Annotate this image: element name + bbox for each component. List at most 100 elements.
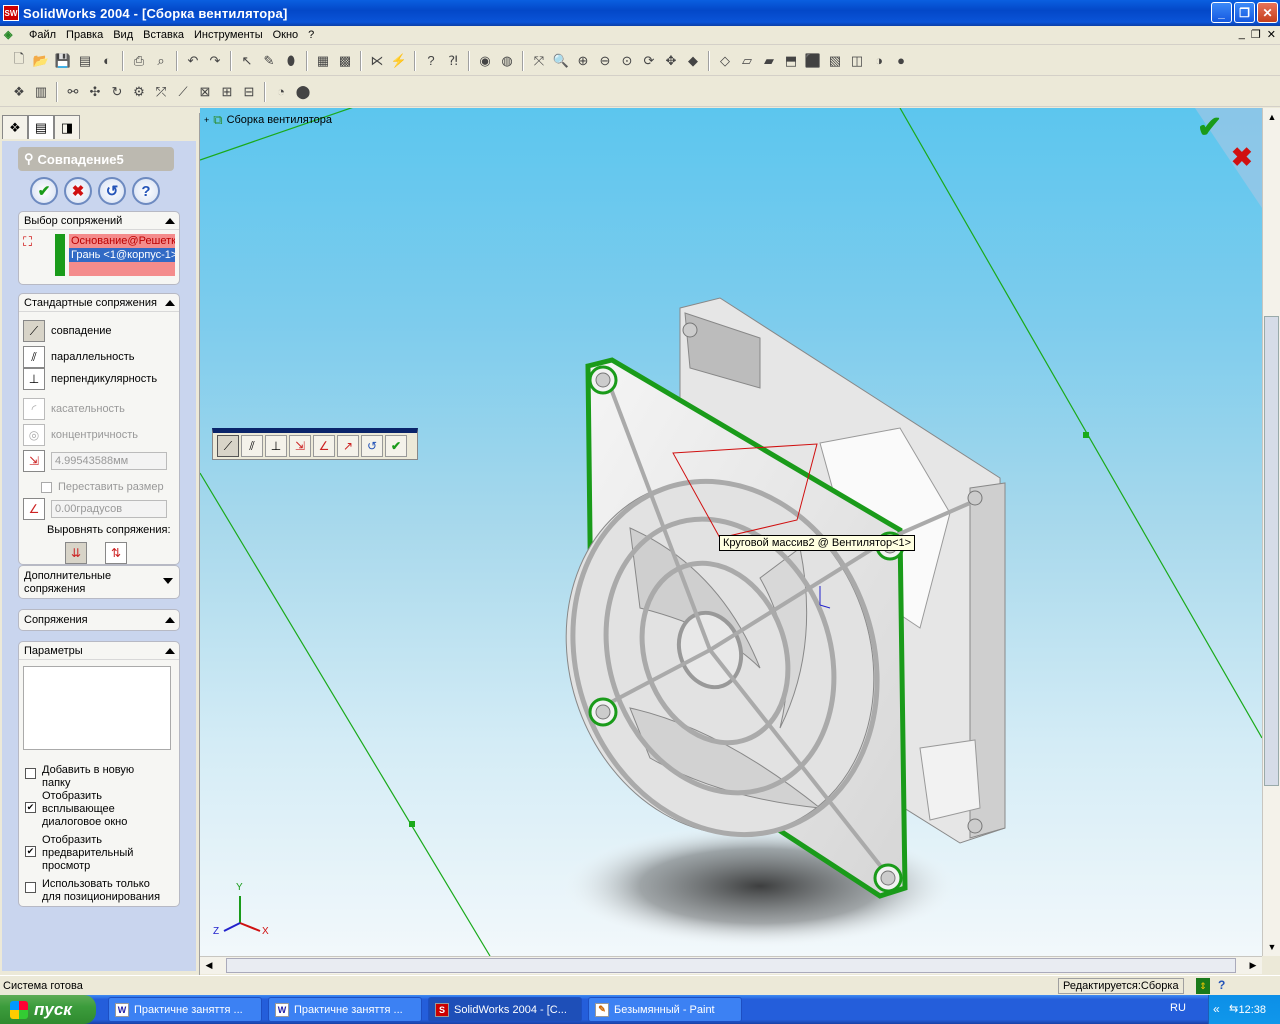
distance-icon[interactable]: ⇲: [23, 450, 45, 472]
hide-show-icon[interactable]: ▥: [31, 82, 51, 102]
coincident-icon[interactable]: ⟋: [23, 320, 45, 342]
zoom-select-icon[interactable]: ⊙: [617, 51, 637, 71]
realview-icon[interactable]: ●: [891, 51, 911, 71]
tray-chevron-icon[interactable]: «: [1213, 1002, 1220, 1016]
preview-icon[interactable]: ⌕: [151, 51, 171, 71]
document-icon[interactable]: ◈: [4, 28, 20, 42]
menu-tools[interactable]: Инструменты: [189, 29, 268, 41]
hidden-lines-icon[interactable]: ▱: [737, 51, 757, 71]
show-popup-checkbox[interactable]: ✔: [25, 802, 36, 813]
doc-minimize-button[interactable]: _: [1239, 28, 1245, 41]
grid-icon[interactable]: ▦: [313, 51, 333, 71]
graphics-area[interactable]: Y X Z: [200, 108, 1262, 956]
mate-distance[interactable]: ⇲ 4.99543588мм: [23, 450, 167, 472]
collapse-icon[interactable]: [165, 299, 175, 306]
parallel-icon[interactable]: ⫽: [23, 346, 45, 368]
menu-edit[interactable]: Правка: [61, 29, 108, 41]
undo-button[interactable]: ↺: [98, 177, 126, 205]
language-indicator[interactable]: RU: [1170, 1002, 1186, 1014]
taskbar-item-paint[interactable]: ✎ Безымянный - Paint: [588, 997, 742, 1022]
vertical-scrollbar[interactable]: ▲ ▼: [1262, 108, 1280, 956]
exploded-view-icon[interactable]: ⤱: [151, 82, 171, 102]
align-aligned-icon[interactable]: ⇊: [65, 542, 87, 564]
collapse-icon[interactable]: [165, 217, 175, 224]
popup-undo-icon[interactable]: ↺: [361, 435, 383, 457]
popup-angle-icon[interactable]: ∠: [313, 435, 335, 457]
mate-perpendicular[interactable]: ⊥ перпендикулярность: [23, 368, 157, 390]
expand-icon[interactable]: +: [204, 115, 209, 125]
rotate-icon[interactable]: ⟳: [639, 51, 659, 71]
grid2-icon[interactable]: ▩: [335, 51, 355, 71]
popup-coincident-icon[interactable]: ⟋: [217, 435, 239, 457]
add-to-folder-checkbox[interactable]: [25, 768, 36, 779]
interference-icon[interactable]: ⊠: [195, 82, 215, 102]
menu-insert[interactable]: Вставка: [138, 29, 189, 41]
mate-parallel[interactable]: ⫽ параллельность: [23, 346, 135, 368]
plane-handle[interactable]: [1083, 432, 1089, 438]
collapse-icon[interactable]: [165, 647, 175, 654]
print-icon[interactable]: ⎙: [129, 51, 149, 71]
cancel-button[interactable]: ✖: [64, 177, 92, 205]
feature-driven-icon[interactable]: ⊞: [217, 82, 237, 102]
zoom-fit-icon[interactable]: ⤧: [529, 51, 549, 71]
undo-icon[interactable]: ↶: [183, 51, 203, 71]
distance-input[interactable]: 4.99543588мм: [51, 452, 167, 470]
confirm-cancel-icon[interactable]: ✖: [1231, 142, 1253, 173]
redo-icon[interactable]: ↷: [205, 51, 225, 71]
list-item[interactable]: Грань <1@корпус-1>: [69, 248, 175, 262]
print-preview-icon[interactable]: ▤: [75, 51, 95, 71]
mate-selection-list[interactable]: Основание@Решетк Грань <1@корпус-1>: [69, 234, 175, 276]
tab-feature-manager[interactable]: ❖: [2, 115, 28, 139]
scroll-down-icon[interactable]: ▼: [1265, 940, 1279, 954]
zoom-in-icon[interactable]: ⊕: [573, 51, 593, 71]
list-item[interactable]: Основание@Решетк: [69, 234, 175, 248]
save-icon[interactable]: 💾: [53, 51, 73, 71]
new-icon[interactable]: 🗋: [9, 51, 29, 71]
assembly-feature-icon[interactable]: ⊟: [239, 82, 259, 102]
open-icon[interactable]: 📂: [31, 51, 51, 71]
pan-icon[interactable]: ✥: [661, 51, 681, 71]
close-button[interactable]: ✕: [1257, 2, 1278, 23]
angle-icon[interactable]: ∠: [23, 498, 45, 520]
zoom-area-icon[interactable]: 🔍: [551, 51, 571, 71]
show-preview-checkbox[interactable]: ✔: [25, 846, 36, 857]
mate-selections-header[interactable]: Выбор сопряжений: [19, 212, 179, 230]
ok-button[interactable]: ✔: [30, 177, 58, 205]
options-list[interactable]: [23, 666, 171, 750]
popup-parallel-icon[interactable]: ⫽: [241, 435, 263, 457]
scroll-up-icon[interactable]: ▲: [1265, 110, 1279, 124]
wireframe-icon[interactable]: ◇: [715, 51, 735, 71]
taskbar-item-solidworks[interactable]: S SolidWorks 2004 - [С...: [428, 997, 582, 1022]
expand-icon[interactable]: [163, 578, 173, 584]
taskbar-item-word-2[interactable]: W Практичне заняття ...: [268, 997, 422, 1022]
render-icon[interactable]: ◉: [475, 51, 495, 71]
doc-close-button[interactable]: ✕: [1267, 28, 1276, 41]
whats-this-icon[interactable]: ⁈: [443, 51, 463, 71]
maximize-button[interactable]: ❐: [1234, 2, 1255, 23]
collapse-icon[interactable]: [165, 617, 175, 623]
move-component-icon[interactable]: ✣: [85, 82, 105, 102]
tab-configuration-manager[interactable]: ◨: [54, 115, 80, 139]
perpendicular-icon[interactable]: ⊥: [23, 368, 45, 390]
start-button[interactable]: пуск: [0, 995, 96, 1024]
rotate-component-icon[interactable]: ↻: [107, 82, 127, 102]
minimize-button[interactable]: _: [1211, 2, 1232, 23]
title-bar[interactable]: SW SolidWorks 2004 - [Сборка вентилятора…: [0, 0, 1280, 26]
vertical-scroll-thumb[interactable]: [1264, 316, 1279, 786]
help-icon[interactable]: ?: [421, 51, 441, 71]
popup-ok-icon[interactable]: ✔: [385, 435, 407, 457]
mates-group[interactable]: Сопряжения: [18, 609, 180, 631]
menu-window[interactable]: Окно: [268, 29, 304, 41]
perspective-icon[interactable]: ◫: [847, 51, 867, 71]
section-icon[interactable]: ◑: [869, 51, 889, 71]
advanced-mates-group[interactable]: Дополнительные сопряжения: [18, 565, 180, 599]
popup-perpendicular-icon[interactable]: ⊥: [265, 435, 287, 457]
confirm-check-icon[interactable]: ✔: [1197, 110, 1222, 145]
tray-network-icon[interactable]: ⇆: [1229, 1002, 1238, 1015]
shaded-icon[interactable]: ⬛: [803, 51, 823, 71]
positioning-only-checkbox[interactable]: [25, 882, 36, 893]
help-button[interactable]: ?: [132, 177, 160, 205]
sketch-icon[interactable]: ✎: [259, 51, 279, 71]
render2-icon[interactable]: ◍: [497, 51, 517, 71]
sheet-icon[interactable]: ◐: [97, 51, 117, 71]
